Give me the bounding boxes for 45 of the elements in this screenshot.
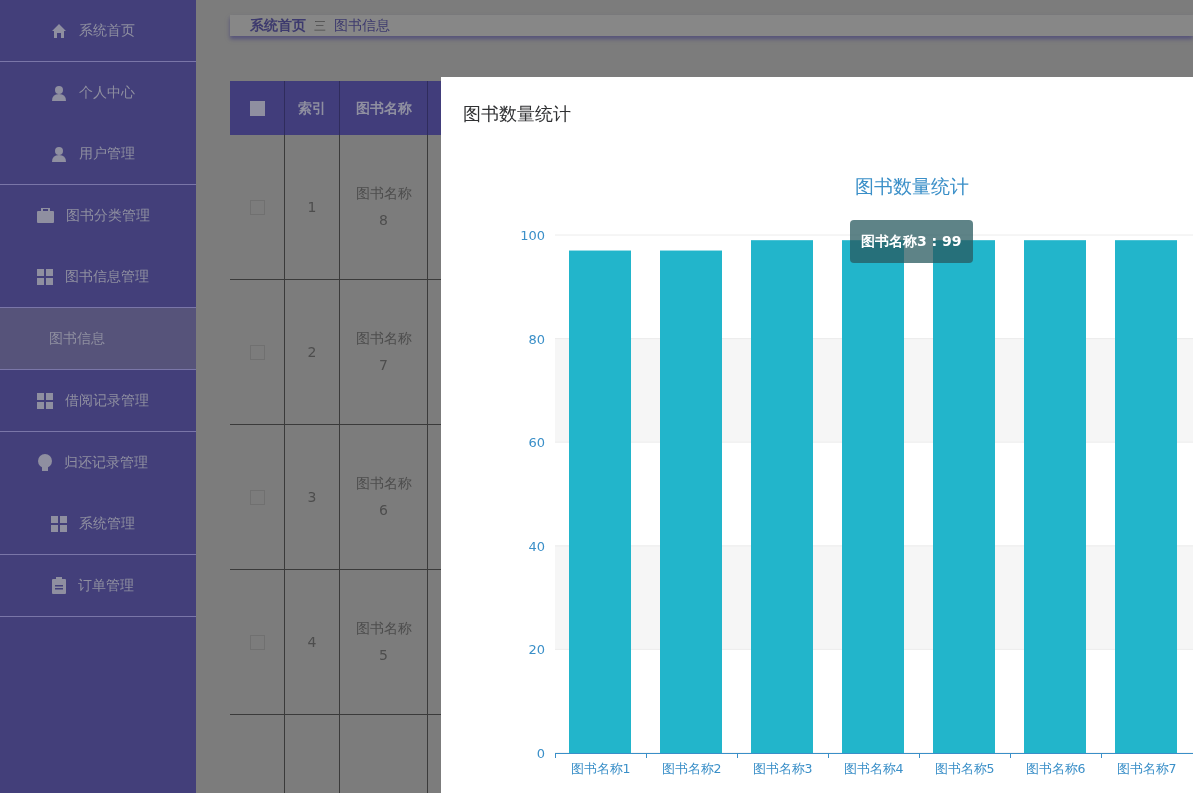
column-header: 索引 xyxy=(285,81,340,135)
briefcase-icon xyxy=(36,208,54,223)
chart-title: 图书数量统计 xyxy=(855,174,969,199)
x-tick-label: 图书名称4 xyxy=(843,761,904,776)
x-tick-label: 图书名称1 xyxy=(570,761,631,776)
x-tick-label: 图书名称3 xyxy=(752,761,813,776)
user-icon xyxy=(51,84,67,101)
bar[interactable] xyxy=(751,240,813,753)
breadcrumb-item[interactable]: 系统首页 xyxy=(250,15,306,36)
home-icon xyxy=(51,22,67,39)
x-tick-label: 图书名称5 xyxy=(934,761,995,776)
y-tick-label: 80 xyxy=(528,331,545,347)
column-header: 图书名称 xyxy=(340,81,428,135)
sidebar-item[interactable]: 图书分类管理 xyxy=(0,185,196,246)
sidebar-item[interactable]: 用户管理 xyxy=(0,123,196,184)
sidebar-item[interactable]: 系统管理 xyxy=(0,493,196,554)
x-tick-label: 图书名称7 xyxy=(1116,761,1177,776)
bar[interactable] xyxy=(1115,240,1177,753)
header-checkbox[interactable] xyxy=(249,100,265,116)
sidebar-item[interactable]: 个人中心 xyxy=(0,62,196,123)
x-tick-label: 图书名称2 xyxy=(661,761,722,776)
sidebar-item[interactable]: 借阅记录管理 xyxy=(0,370,196,431)
breadcrumb-item: 图书信息 xyxy=(334,16,390,35)
bar[interactable] xyxy=(569,250,631,753)
sidebar-item[interactable]: 系统首页 xyxy=(0,0,196,61)
y-tick-label: 100 xyxy=(520,228,545,243)
y-tick-label: 40 xyxy=(528,538,545,554)
bar[interactable] xyxy=(660,250,722,753)
y-tick-label: 0 xyxy=(536,746,545,761)
sidebar-item[interactable]: 归还记录管理 xyxy=(0,432,196,493)
x-tick-label: 图书名称6 xyxy=(1025,761,1086,776)
y-tick-label: 20 xyxy=(528,642,545,658)
dialog-title: 图书数量统计 xyxy=(463,102,571,126)
grid-icon xyxy=(37,268,53,285)
chart-tooltip: 图书名称3 : 99 xyxy=(850,220,973,263)
user-icon xyxy=(51,145,67,162)
grid-icon xyxy=(37,392,53,409)
sidebar-item[interactable]: 图书信息管理 xyxy=(0,246,196,307)
bar[interactable] xyxy=(1024,240,1086,753)
lightbulb-icon xyxy=(38,453,52,472)
sidebar-item[interactable]: 订单管理 xyxy=(0,555,196,616)
y-tick-label: 60 xyxy=(528,435,545,451)
grid-icon xyxy=(51,515,67,532)
clipboard-icon xyxy=(52,577,66,594)
sidebar-item[interactable]: 图书信息 xyxy=(0,308,196,369)
